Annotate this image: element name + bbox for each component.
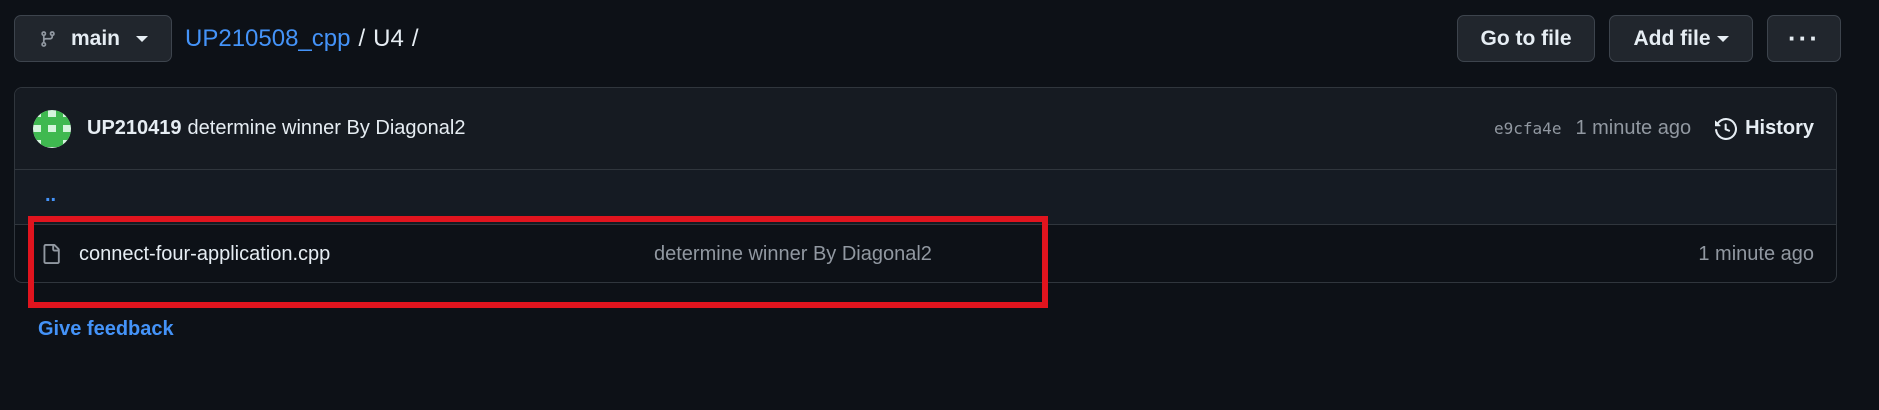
chevron-down-icon [1716,35,1729,42]
commit-author-link[interactable]: UP210419 [87,117,182,140]
file-icon [43,244,60,264]
top-bar: main UP210508_cpp / U4 / Go to file Add … [14,15,1841,63]
parent-directory-link[interactable]: .. [45,184,56,207]
breadcrumb-repo-link[interactable]: UP210508_cpp [185,25,350,53]
add-file-button[interactable]: Add file [1609,15,1753,62]
breadcrumb-separator: / [411,25,419,52]
commit-message-link[interactable]: determine winner By Diagonal2 [188,117,466,140]
commit-time: 1 minute ago [1575,117,1692,139]
git-branch-icon [41,30,55,47]
latest-commit-bar: UP210419 determine winner By Diagonal2 e… [15,88,1836,170]
file-commit-time: 1 minute ago [1698,242,1814,265]
file-browser: UP210419 determine winner By Diagonal2 e… [14,87,1837,283]
commit-meta: e9cfa4e 1 minute ago History [1494,117,1814,140]
branch-label: main [71,26,121,50]
give-feedback-link[interactable]: Give feedback [38,318,174,341]
history-icon [1715,117,1738,140]
history-link[interactable]: History [1715,117,1814,140]
breadcrumb: UP210508_cpp / U4 / [185,25,419,53]
file-commit-message-link[interactable]: determine winner By Diagonal2 [654,243,932,266]
more-options-button[interactable]: ··· [1767,15,1841,62]
avatar[interactable] [33,109,71,148]
add-file-label: Add file [1633,26,1711,50]
file-actions: Go to file Add file ··· [1457,15,1841,62]
chevron-down-icon [136,35,149,42]
parent-directory-row[interactable]: .. [15,170,1836,225]
branch-selector-button[interactable]: main [14,15,172,62]
breadcrumb-current-dir: U4 [373,25,404,52]
history-label: History [1745,117,1814,139]
commit-sha-link[interactable]: e9cfa4e [1494,119,1561,138]
file-name-link[interactable]: connect-four-application.cpp [79,243,330,266]
table-row[interactable]: connect-four-application.cpp determine w… [15,225,1836,282]
go-to-file-button[interactable]: Go to file [1457,15,1595,62]
breadcrumb-separator: / [358,25,366,52]
